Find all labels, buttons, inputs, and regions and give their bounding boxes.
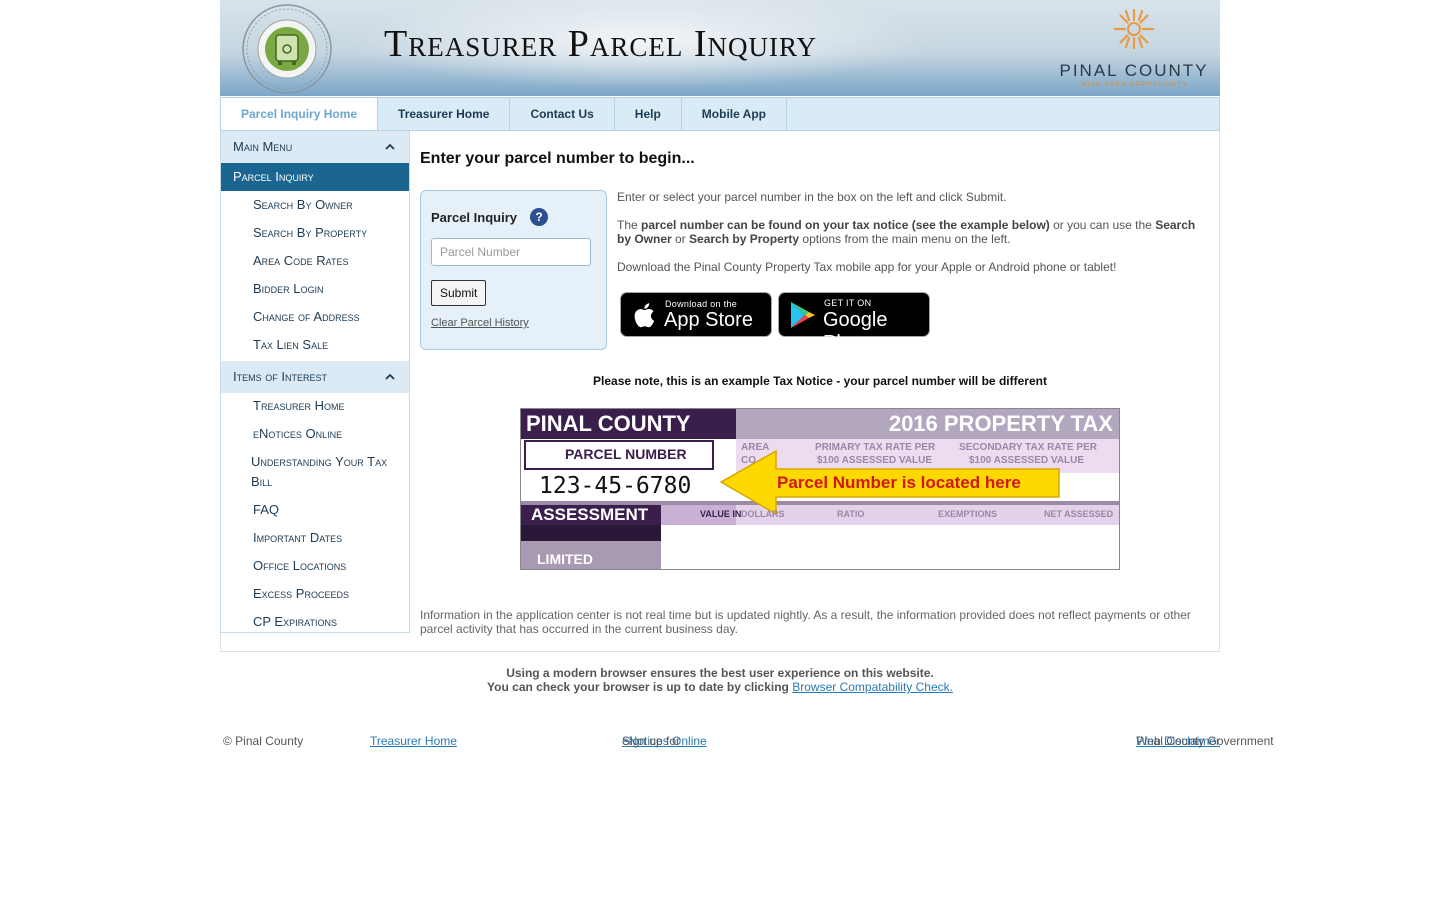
google-play-big-text: Google Play — [823, 309, 888, 354]
example-tax-notice-image: PINAL COUNTY 2016 PROPERTY TAX PARCEL NU… — [520, 408, 1120, 570]
sample-net-assessed: NET ASSESSED — [1044, 509, 1114, 519]
app-store-small-text: Download on the — [665, 299, 738, 309]
instruction-3: Download the Pinal County Property Tax m… — [617, 260, 1117, 274]
sample-primary-label-2: $100 ASSESSED VALUE — [817, 455, 933, 466]
sample-callout: Parcel Number is located here — [777, 473, 1021, 492]
footer-copyright: © Pinal County — [223, 734, 304, 748]
parcel-number-input[interactable] — [431, 238, 591, 266]
sidebar: Main Menu Parcel Inquiry Search By Owner… — [220, 131, 410, 633]
sidebar-item-change-of-address[interactable]: Change of Address — [221, 303, 409, 331]
sample-limited: LIMITED — [537, 551, 593, 567]
sun-logo-icon — [1113, 8, 1155, 50]
nav-treasurer-home[interactable]: Treasurer Home — [378, 98, 511, 130]
sidebar-item-excess-proceeds[interactable]: Excess Proceeds — [221, 580, 409, 608]
sample-ratio: RATIO — [837, 509, 865, 519]
top-nav: Parcel Inquiry Home Treasurer Home Conta… — [220, 97, 1220, 131]
county-tagline: WIDE OPEN OPPORTUNITY — [1080, 81, 1188, 88]
sample-area-label: AREA — [741, 442, 770, 453]
clear-parcel-history-link[interactable]: Clear Parcel History — [431, 317, 529, 329]
browser-line-1: Using a modern browser ensures the best … — [506, 666, 934, 680]
sidebar-item-parcel-inquiry[interactable]: Parcel Inquiry — [221, 163, 409, 191]
sidebar-item-understanding-tax-bill[interactable]: Understanding Your Tax Bill — [221, 448, 409, 496]
sample-exemptions: EXEMPTIONS — [938, 509, 998, 519]
sidebar-item-area-code-rates[interactable]: Area Code Rates — [221, 247, 409, 275]
nav-parcel-inquiry-home[interactable]: Parcel Inquiry Home — [221, 98, 379, 130]
sample-assessment: ASSESSMENT — [531, 505, 649, 524]
footer-gov: Pinal County Government Web Disclaimer — [1136, 734, 1274, 748]
sidebar-item-cp-expirations[interactable]: CP Expirations — [221, 608, 409, 636]
county-name: PINAL COUNTY — [1059, 61, 1209, 80]
google-play-icon — [791, 302, 815, 328]
app-store-button[interactable]: Download on the App Store — [620, 292, 772, 337]
footer-signup: Sign up for eNotices Online — [622, 734, 707, 748]
sample-county: PINAL COUNTY — [526, 411, 691, 436]
sidebar-item-search-by-property[interactable]: Search By Property — [221, 219, 409, 247]
footer-treasurer-home-link[interactable]: Treasurer Home — [370, 734, 457, 748]
submit-button[interactable]: Submit — [431, 280, 487, 306]
chevron-up-icon — [385, 143, 395, 150]
nav-help[interactable]: Help — [615, 98, 682, 130]
sidebar-item-office-locations[interactable]: Office Locations — [221, 552, 409, 580]
sidebar-header-label: Items of Interest — [233, 369, 327, 384]
sample-secondary-label-2: $100 ASSESSED VALUE — [969, 455, 1085, 466]
sidebar-header-main-menu[interactable]: Main Menu — [221, 131, 409, 163]
sidebar-item-faq[interactable]: FAQ — [221, 496, 409, 524]
parcel-inquiry-box: Parcel Inquiry ? Submit Clear Parcel His… — [420, 190, 607, 350]
sample-secondary-label: SECONDARY TAX RATE PER — [959, 442, 1097, 453]
sidebar-item-important-dates[interactable]: Important Dates — [221, 524, 409, 552]
instructions: Enter or select your parcel number in th… — [617, 190, 1207, 288]
app-store-big-text: App Store — [664, 309, 753, 331]
page-banner: Treasurer Parcel Inquiry PINAL COUNTY WI… — [220, 0, 1220, 96]
browser-message: Using a modern browser ensures the best … — [220, 666, 1220, 694]
help-icon[interactable]: ? — [530, 208, 548, 226]
sample-year-title: 2016 PROPERTY TAX — [888, 411, 1113, 436]
page-title: Treasurer Parcel Inquiry — [384, 23, 818, 65]
browser-line-2: You can check your browser is up to date… — [487, 680, 953, 694]
sample-code-label: CO — [741, 455, 756, 466]
update-disclaimer: Information in the application center is… — [420, 608, 1191, 636]
sample-parcel-label: PARCEL NUMBER — [565, 446, 687, 462]
sidebar-item-bidder-login[interactable]: Bidder Login — [221, 275, 409, 303]
sample-dollars: DOLLARS — [741, 509, 785, 519]
browser-check-link[interactable]: Browser Compatability Check. — [792, 680, 953, 694]
treasurer-seal-logo — [242, 4, 332, 94]
google-play-small-text: GET IT ON — [824, 298, 872, 308]
instruction-2: The parcel number can be found on your t… — [617, 218, 1196, 246]
sidebar-item-enotices-online[interactable]: eNotices Online — [221, 420, 409, 448]
sidebar-item-search-by-owner[interactable]: Search By Owner — [221, 191, 409, 219]
example-note: Please note, this is an example Tax Noti… — [593, 374, 1047, 388]
apple-icon — [634, 303, 655, 328]
sample-value-in: VALUE IN — [700, 509, 742, 519]
chevron-up-icon — [385, 373, 395, 380]
sidebar-item-tax-lien-sale[interactable]: Tax Lien Sale — [221, 331, 409, 359]
instruction-1: Enter or select your parcel number in th… — [617, 190, 1007, 204]
parcel-inquiry-title: Parcel Inquiry — [431, 210, 517, 225]
google-play-button[interactable]: GET IT ON Google Play — [778, 292, 930, 354]
sidebar-item-treasurer-home[interactable]: Treasurer Home — [221, 392, 409, 420]
nav-contact-us[interactable]: Contact Us — [510, 98, 615, 130]
sample-primary-label: PRIMARY TAX RATE PER — [815, 442, 936, 453]
nav-mobile-app[interactable]: Mobile App — [682, 98, 788, 130]
sidebar-header-items-of-interest[interactable]: Items of Interest — [221, 361, 409, 393]
pinal-county-logo: PINAL COUNTY WIDE OPEN OPPORTUNITY — [1052, 6, 1216, 92]
sample-parcel-number: 123-45-6780 — [539, 473, 692, 499]
sidebar-header-label: Main Menu — [233, 139, 293, 154]
main-heading: Enter your parcel number to begin... — [420, 150, 695, 167]
